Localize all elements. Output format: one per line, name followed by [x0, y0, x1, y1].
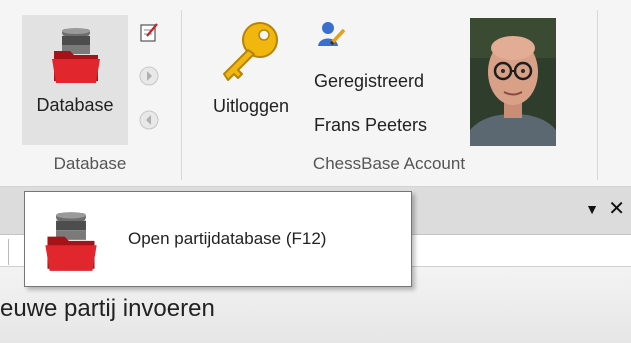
divider — [8, 239, 9, 265]
ribbon: Database Database ChessBase Account Uitl… — [0, 0, 631, 187]
avatar[interactable] — [470, 18, 556, 146]
database-button[interactable]: Database — [22, 15, 128, 145]
tooltip: Open partijdatabase (F12) — [24, 191, 412, 287]
account-group-label: ChessBase Account — [312, 154, 466, 173]
triangle-down-icon[interactable]: ▼ — [585, 201, 599, 217]
database-group-label: Database — [53, 154, 127, 173]
logout-button[interactable]: Uitloggen — [196, 18, 306, 128]
database-group: Database Database — [0, 0, 180, 186]
new-game-tab[interactable]: euwe partij invoeren — [0, 295, 215, 323]
tooltip-text: Open partijdatabase (F12) — [128, 229, 327, 248]
forward-icon[interactable] — [137, 64, 161, 88]
database-button-label: Database — [36, 95, 114, 115]
back-icon[interactable] — [137, 108, 161, 132]
logout-button-label: Uitloggen — [212, 96, 290, 116]
key-icon — [223, 22, 278, 81]
group-divider — [597, 10, 598, 180]
user-photo — [470, 18, 556, 146]
edit-icon[interactable] — [137, 20, 161, 44]
database-folder-icon — [52, 28, 100, 83]
database-folder-icon — [45, 212, 97, 271]
close-icon[interactable]: ✕ — [608, 196, 625, 221]
user-edit-icon[interactable] — [317, 20, 347, 48]
registration-status: Geregistreerd — [314, 71, 425, 91]
user-name: Frans Peeters — [314, 115, 428, 135]
